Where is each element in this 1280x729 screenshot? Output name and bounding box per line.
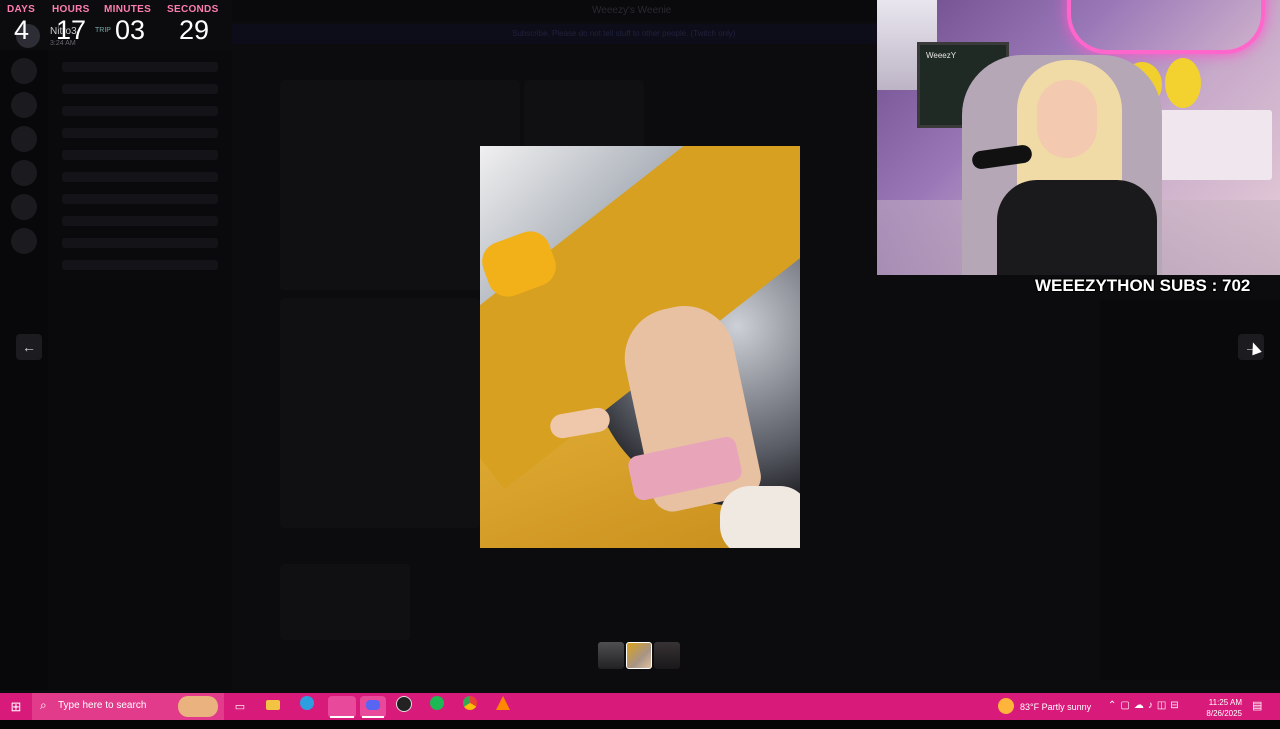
server-icon [11,126,37,152]
search-placeholder: Type here to search [58,700,147,711]
channel-row [62,238,218,248]
countdown-timer: Nitro3 TRIP 3:24 AM DAYS 4 HOURS 17 MINU… [0,0,230,48]
channel-row [62,172,218,182]
days-label: DAYS [7,4,36,15]
webcam-feed: WeeezY [877,0,1280,275]
subs-counter: WEEEZYTHON SUBS : 702 [1035,276,1251,295]
seconds-value: 29 [179,15,210,45]
server-icon [11,160,37,186]
windows-icon: ⊞ [10,699,22,714]
background-notice-text: Subscribe. Please do not tell stuff to o… [512,29,736,38]
channel-row [62,194,218,204]
channel-row [62,260,218,270]
arrow-left-icon: ← [22,339,36,355]
active-indicator [362,716,384,718]
start-button[interactable]: ⊞ [0,693,32,720]
channel-row [62,150,218,160]
channel-row [62,216,218,226]
countdown-hours: HOURS 17 [52,0,90,44]
server-rail [0,50,48,690]
hours-value: 17 [56,15,87,45]
server-icon [11,194,37,220]
minutes-label: MINUTES [104,4,152,15]
search-highlight-image [178,696,218,717]
background-notice-bar: Subscribe. Please do not tell stuff to o… [232,24,877,44]
system-tray-icons[interactable]: ⌃▢☁♪◫⊟ [1108,700,1183,727]
weather-text[interactable]: 83°F Partly sunny [1020,702,1091,729]
streamer-face [1037,80,1097,158]
channel-row [62,106,218,116]
previous-image-button[interactable]: ← [16,334,42,360]
streamer-body [997,180,1157,275]
weather-icon[interactable] [998,698,1014,714]
file-explorer-icon[interactable] [262,696,284,718]
plush-toy [1165,58,1201,108]
thumbnail-1[interactable] [598,642,624,669]
discord-icon[interactable] [360,696,386,718]
chrome-icon[interactable] [459,696,481,718]
background-media [524,80,644,150]
neon-sign [1067,0,1265,54]
countdown-minutes: MINUTES 03 [104,0,151,44]
active-indicator [330,716,354,718]
channel-row [62,84,218,94]
countdown-seconds: SECONDS 29 [167,0,219,44]
server-icon [11,92,37,118]
channel-panel [48,50,232,690]
seconds-label: SECONDS [167,4,219,15]
channel-row [62,62,218,72]
background-media [280,298,480,528]
edge-icon[interactable] [296,696,318,718]
task-view-icon[interactable]: ▭ [229,696,251,718]
thumbnail-2-selected[interactable] [626,642,652,669]
chalkboard-text: WeeezY [926,51,957,60]
clock[interactable]: 11:25 AM 8/26/2025 [1200,695,1242,722]
clock-time: 11:25 AM [1208,698,1242,707]
search-icon: ⌕ [40,698,47,712]
server-icon [11,228,37,254]
channel-row [62,128,218,138]
clock-date: 8/26/2025 [1206,709,1242,718]
hours-label: HOURS [52,4,90,15]
taskbar-search[interactable]: ⌕ Type here to search [32,693,224,720]
notification-icon[interactable]: ▤ [1252,699,1262,726]
server-icon [11,58,37,84]
thumbnail-3[interactable] [654,642,680,669]
taskbar: ⊞ ⌕ Type here to search ▭ 83°F Partly su… [0,693,1280,720]
vlc-icon[interactable] [492,696,514,718]
days-value: 4 [14,15,30,45]
background-title-bar: Weeezy's Weenie [232,0,877,22]
blank-app-icon[interactable] [328,696,356,718]
background-media [280,564,410,640]
background-channel-title: Weeezy's Weenie [592,5,672,16]
image-towel [720,486,800,548]
thumbnail-strip [598,642,682,669]
minutes-value: 03 [115,15,146,45]
countdown-days: DAYS 4 [7,0,35,44]
obs-icon[interactable] [393,696,415,718]
viewed-image[interactable] [480,146,800,548]
spotify-icon[interactable] [426,696,448,718]
